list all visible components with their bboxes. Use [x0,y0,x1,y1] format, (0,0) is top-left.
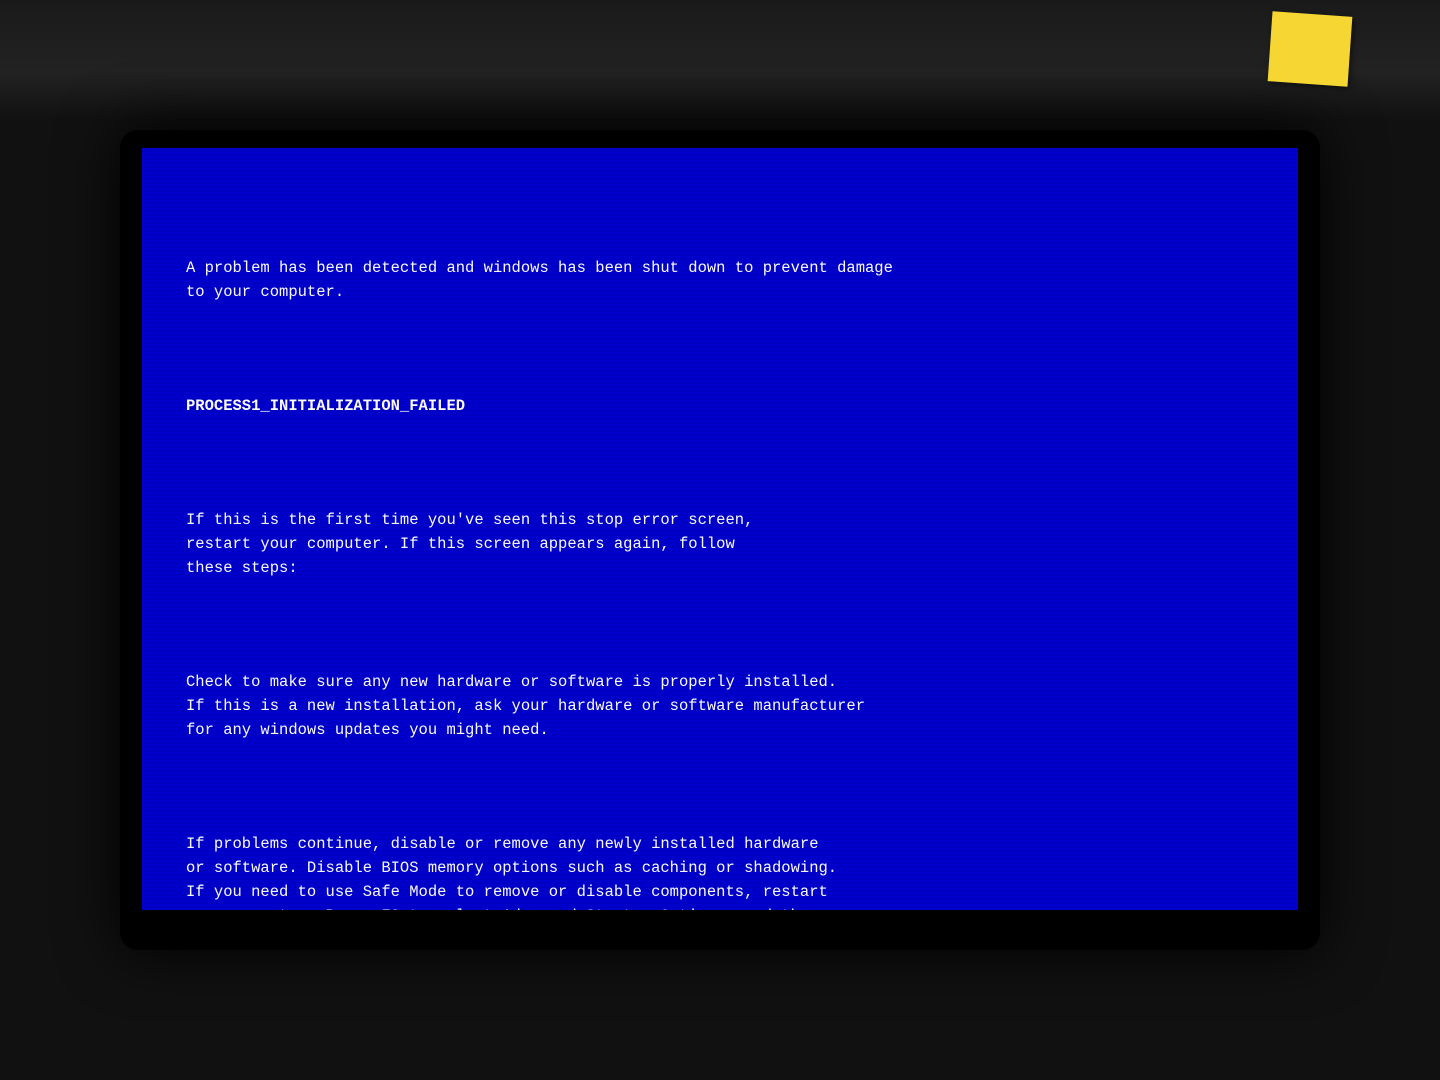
bsod-intro-text: A problem has been detected and windows … [186,256,1254,304]
postit-note [1268,11,1353,86]
bsod-check-hardware: Check to make sure any new hardware or s… [186,670,1254,742]
bsod-error-code: PROCESS1_INITIALIZATION_FAILED [186,394,1254,418]
desk-background [0,0,1440,120]
bsod-first-time-message: If this is the first time you've seen th… [186,508,1254,580]
bsod-problems-continue: If problems continue, disable or remove … [186,832,1254,910]
monitor-frame: A problem has been detected and windows … [120,130,1320,950]
bsod-screen: A problem has been detected and windows … [142,148,1298,910]
